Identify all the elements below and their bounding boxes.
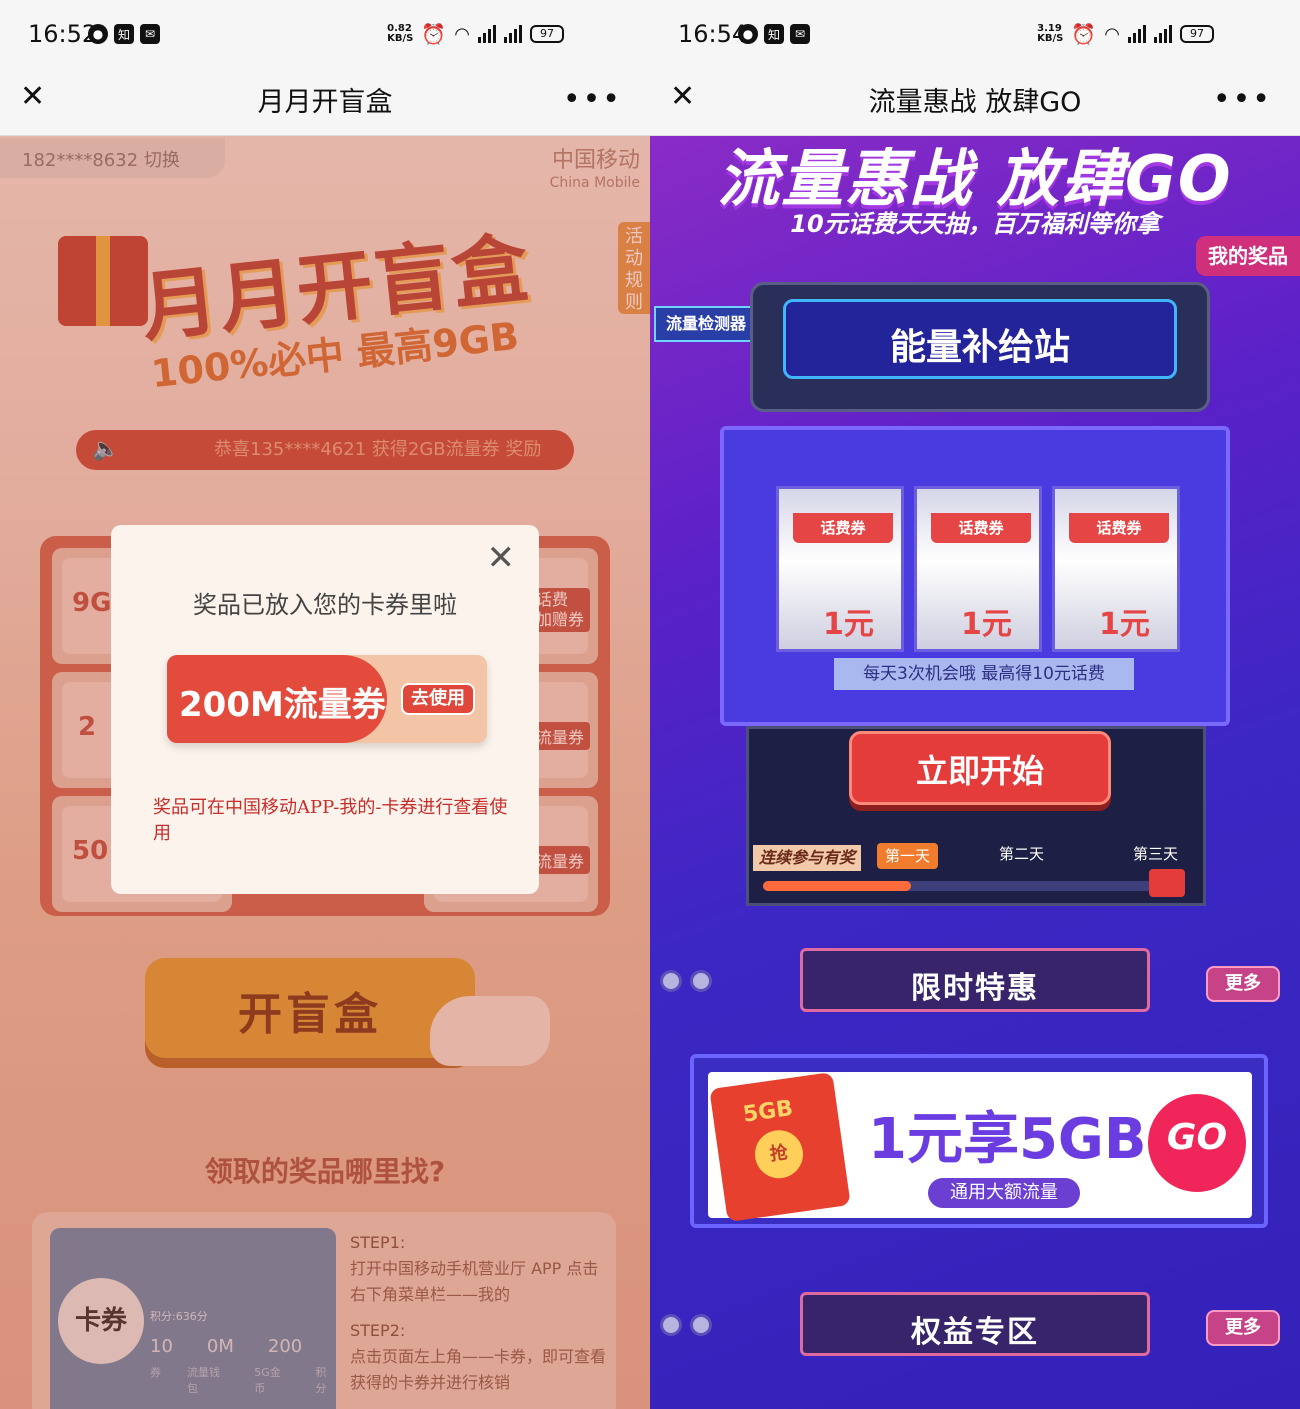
- page-title: 流量惠战 放肆GO: [868, 87, 1082, 118]
- alarm-icon: ⏰: [421, 22, 447, 46]
- use-coupon-button[interactable]: 去使用: [401, 683, 475, 715]
- red-packet-icon: 5GB 抢: [709, 1072, 851, 1222]
- modal-title: 奖品已放入您的卡券里啦: [193, 591, 457, 619]
- reel-note: 每天3次机会哦 最高得10元话费: [834, 658, 1134, 690]
- reel: 话费券 1元: [914, 486, 1042, 652]
- more-button[interactable]: 更多: [1206, 966, 1280, 1002]
- wifi-icon: ◠: [454, 23, 470, 45]
- nav-bar: ✕ 月月开盲盒 •••: [0, 70, 650, 136]
- left-screen: 16:52 ● 知 ✉ 0.82 KB/S ⏰ ◠ 97 ✕ 月月开盲盒 ••• …: [0, 0, 650, 1409]
- day-2-label: 第二天: [999, 845, 1045, 863]
- page-title: 月月开盲盒: [257, 87, 393, 118]
- right-screen: 16:54 ● 知 ✉ 3.19 KB/S ⏰ ◠ 97 ✕ 流量惠战 放肆GO …: [650, 0, 1300, 1409]
- status-bar: 16:52 ● 知 ✉ 0.82 KB/S ⏰ ◠ 97: [0, 0, 650, 70]
- more-icon[interactable]: •••: [563, 82, 622, 117]
- zhihu-icon: 知: [764, 24, 784, 44]
- wechat-icon: ●: [88, 24, 108, 44]
- coupon-amount: 200M流量券: [179, 685, 386, 725]
- energy-panel: 能量补给站: [783, 299, 1177, 379]
- signal-icon: [1128, 25, 1146, 43]
- continuous-label: 连续参与有奖: [753, 845, 862, 871]
- netspeed: 0.82 KB/S: [387, 23, 414, 44]
- knobs: [660, 1314, 712, 1336]
- promo-banner[interactable]: 5GB 抢 1元享5GB 通用大额流量 GO: [690, 1054, 1268, 1228]
- detector-label[interactable]: 流量检测器: [654, 306, 758, 342]
- hero-subtitle: 10元话费天天抽，百万福利等你拿: [790, 210, 1160, 238]
- zhihu-icon: 知: [114, 24, 134, 44]
- progress-fill: [763, 881, 912, 891]
- battery-icon: 97: [530, 25, 564, 43]
- section-banner-benefits: 权益专区: [800, 1292, 1150, 1356]
- status-bar: 16:54 ● 知 ✉ 3.19 KB/S ⏰ ◠ 97: [650, 0, 1300, 70]
- status-time: 16:54: [678, 20, 748, 48]
- more-icon[interactable]: •••: [1213, 82, 1272, 117]
- progress-bar: [763, 881, 1153, 891]
- section-banner-limited: 限时特惠: [800, 948, 1150, 1012]
- signal-icon: [504, 25, 522, 43]
- machine-top: 能量补给站: [750, 282, 1210, 412]
- mail-icon: ✉: [790, 24, 810, 44]
- wechat-icon: ●: [738, 24, 758, 44]
- red-packet-icon: [1149, 869, 1185, 897]
- prize-modal: ✕ 奖品已放入您的卡券里啦 200M流量券 去使用 奖品可在中国移动APP-我的…: [111, 525, 539, 894]
- modal-note: 奖品可在中国移动APP-我的-卡券进行查看使用: [153, 797, 508, 844]
- day-1-badge: 第一天: [877, 843, 939, 869]
- close-icon[interactable]: ✕: [487, 541, 516, 575]
- start-button[interactable]: 立即开始: [849, 731, 1111, 805]
- knobs: [660, 970, 712, 992]
- slot-machine: 话费券 1元 话费券 1元 话费券 1元 每天3次机会哦 最高得10元话费: [720, 426, 1230, 726]
- coupon-card: 200M流量券 去使用: [167, 655, 487, 743]
- promo-title: 1元享5GB: [868, 1107, 1147, 1172]
- day-3-label: 第三天: [1133, 845, 1179, 863]
- my-prize-button[interactable]: 我的奖品: [1196, 236, 1300, 276]
- promo-subtitle: 通用大额流量: [928, 1178, 1080, 1208]
- go-button[interactable]: GO: [1148, 1094, 1246, 1192]
- reel: 话费券 1元: [1052, 486, 1180, 652]
- more-button[interactable]: 更多: [1206, 1310, 1280, 1346]
- battery-icon: 97: [1180, 25, 1214, 43]
- alarm-icon: ⏰: [1071, 22, 1097, 46]
- machine-lower: 立即开始 连续参与有奖 第一天 第二天 第三天: [746, 726, 1206, 906]
- status-time: 16:52: [28, 20, 98, 48]
- signal-icon: [478, 25, 496, 43]
- signal-icon: [1154, 25, 1172, 43]
- wifi-icon: ◠: [1104, 23, 1120, 45]
- traffic-page: 流量惠战 放肆GO 10元话费天天抽，百万福利等你拿 我的奖品 流量检测器 能量…: [650, 136, 1300, 1409]
- nav-bar: ✕ 流量惠战 放肆GO •••: [650, 70, 1300, 136]
- mail-icon: ✉: [140, 24, 160, 44]
- reel: 话费券 1元: [776, 486, 904, 652]
- netspeed: 3.19 KB/S: [1037, 23, 1064, 44]
